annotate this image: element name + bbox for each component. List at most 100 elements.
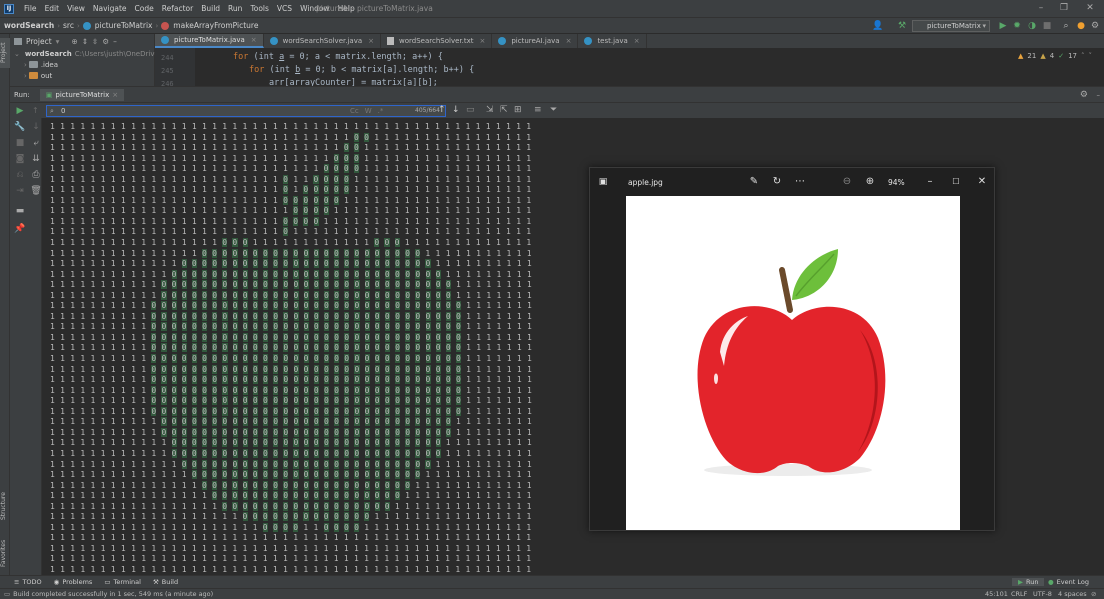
hide-icon[interactable]: – — [1097, 91, 1101, 99]
gear-icon[interactable]: ⚙ — [102, 37, 109, 46]
close-tab-icon[interactable]: × — [479, 37, 485, 45]
tree-item-out[interactable]: › out — [10, 70, 154, 81]
layout-icon[interactable]: ▬ — [14, 206, 26, 216]
maximize-icon[interactable]: ☐ — [949, 176, 963, 188]
wrench-icon[interactable]: 🔧 — [14, 122, 26, 132]
zoom-out-icon[interactable]: ⊖ — [840, 176, 854, 188]
tab-test[interactable]: test.java × — [578, 34, 647, 48]
updates-icon[interactable]: ● — [1076, 21, 1086, 31]
multiline-icon[interactable]: ≡ — [534, 105, 542, 115]
gear-icon[interactable]: ⚙ — [1080, 90, 1088, 100]
tab-wordsearchsolver-txt[interactable]: wordSearchSolver.txt × — [381, 34, 493, 48]
project-tool-tab[interactable]: Project — [0, 38, 10, 68]
tab-run-picturetomatrix[interactable]: ▣ pictureToMatrix × — [39, 88, 125, 101]
pin-icon[interactable]: 📌 — [14, 224, 26, 234]
file-encoding[interactable]: UTF-8 — [1033, 589, 1052, 599]
expand-all-icon[interactable]: ⇕ — [82, 37, 88, 46]
edit-image-icon[interactable]: ✎ — [747, 176, 761, 188]
close-icon[interactable]: ✕ — [1083, 2, 1097, 14]
run-configuration-select[interactable]: pictureToMatrix ▾ — [912, 20, 990, 32]
minimize-icon[interactable]: – — [1034, 2, 1048, 14]
next-occurrence-icon[interactable]: ↓ — [452, 105, 460, 115]
more-options-icon[interactable]: ⋯ — [793, 176, 807, 188]
add-occurrence-icon[interactable]: ⇲ — [486, 105, 494, 115]
event-log-tool-button[interactable]: ● Event Log — [1042, 578, 1095, 586]
restore-layout-icon[interactable]: ⎌ — [14, 170, 26, 180]
menu-navigate[interactable]: Navigate — [89, 4, 131, 13]
stop-icon[interactable]: ■ — [14, 138, 26, 148]
print-icon[interactable]: ⎙ — [30, 170, 42, 180]
close-tab-icon[interactable]: × — [251, 36, 257, 44]
select-occurrences-icon[interactable]: ⊞ — [514, 105, 522, 115]
user-icon[interactable]: 👤 — [872, 21, 883, 31]
menu-file[interactable]: File — [20, 4, 41, 13]
project-panel-title[interactable]: Project — [26, 37, 52, 46]
chevron-down-icon[interactable]: ˅ — [1089, 52, 1093, 60]
words-toggle[interactable]: W — [365, 107, 372, 115]
search-everywhere-icon[interactable]: ⌕ — [1061, 21, 1071, 31]
breadcrumb-folder[interactable]: src — [60, 21, 77, 30]
run-tool-button[interactable]: ▶ Run — [1012, 578, 1045, 586]
settings-icon[interactable]: ⚙ — [1090, 21, 1100, 31]
code-editor[interactable]: 244 245 246 for (int a = 0; a < matrix.l… — [155, 48, 1104, 86]
run-icon[interactable]: ▶ — [998, 21, 1008, 31]
menu-tools[interactable]: Tools — [246, 4, 272, 13]
rotate-icon[interactable]: ↻ — [770, 176, 784, 188]
regex-toggle[interactable]: .* — [378, 107, 384, 115]
problems-tool-button[interactable]: ◉ Problems — [48, 578, 99, 586]
structure-tool-tab[interactable]: Structure — [0, 486, 10, 526]
inspection-widget[interactable]: ▲ 21 ▲ 4 ✓ 17 ˄ ˅ — [1018, 52, 1092, 60]
camera-icon[interactable]: ◙ — [14, 154, 26, 164]
chevron-down-icon[interactable]: ▾ — [56, 37, 60, 46]
coverage-icon[interactable]: ◑ — [1027, 21, 1037, 31]
close-tab-icon[interactable]: × — [112, 91, 118, 99]
arrow-up-icon[interactable]: ↑ — [32, 106, 39, 115]
close-icon[interactable]: ✕ — [975, 176, 989, 188]
tree-item-idea[interactable]: › .idea — [10, 59, 154, 70]
chevron-up-icon[interactable]: ˄ — [1081, 52, 1085, 60]
breadcrumb-method[interactable]: makeArrayFromPicture — [158, 21, 261, 30]
status-message[interactable]: Build completed successfully in 1 sec, 5… — [10, 590, 213, 598]
close-tab-icon[interactable]: × — [368, 37, 374, 45]
indent-setting[interactable]: 4 spaces — [1058, 589, 1087, 599]
soft-wrap-icon[interactable]: ⤶ — [30, 138, 42, 148]
scroll-to-end-icon[interactable]: ⇊ — [30, 154, 42, 164]
zoom-in-icon[interactable]: ⊕ — [863, 176, 877, 188]
previous-occurrence-icon[interactable]: ↑ — [438, 105, 446, 115]
match-case-toggle[interactable]: Cc — [350, 107, 359, 115]
breadcrumb-project[interactable]: wordSearch — [0, 21, 57, 30]
tab-pictureai[interactable]: pictureAI.java × — [492, 34, 579, 48]
tree-root[interactable]: ⌄ wordSearch C:\Users\justh\OneDrive\ — [10, 48, 161, 59]
favorites-tool-tab[interactable]: Favorites — [0, 534, 10, 572]
menu-refactor[interactable]: Refactor — [158, 4, 197, 13]
menu-edit[interactable]: Edit — [41, 4, 64, 13]
menu-build[interactable]: Build — [197, 4, 224, 13]
tab-wordsearchsolver-java[interactable]: wordSearchSolver.java × — [264, 34, 382, 48]
restore-icon[interactable]: ❐ — [1057, 2, 1071, 14]
minimize-icon[interactable]: – — [923, 176, 937, 188]
breadcrumb-class[interactable]: pictureToMatrix — [80, 21, 156, 30]
menu-code[interactable]: Code — [131, 4, 158, 13]
build-hammer-icon[interactable]: ⚒ — [897, 21, 907, 31]
filter-icon[interactable]: ⏷ — [550, 105, 557, 115]
close-tab-icon[interactable]: × — [566, 37, 572, 45]
arrow-down-icon[interactable]: ↓ — [30, 122, 42, 132]
rerun-icon[interactable]: ▶ — [14, 106, 26, 116]
tab-picturetomatrix[interactable]: pictureToMatrix.java × — [155, 34, 264, 48]
terminal-tool-button[interactable]: ▭ Terminal — [98, 578, 147, 586]
menu-vcs[interactable]: VCS — [273, 4, 296, 13]
collapse-all-icon[interactable]: ⇳ — [92, 37, 98, 46]
hide-icon[interactable]: – — [113, 37, 117, 46]
close-tab-icon[interactable]: × — [634, 37, 640, 45]
locate-icon[interactable]: ⊕ — [71, 37, 77, 46]
exit-icon[interactable]: ⇥ — [14, 186, 26, 196]
caret-position[interactable]: 45:101 — [985, 589, 1008, 599]
clear-all-icon[interactable]: 🗑 — [30, 186, 42, 196]
todo-tool-button[interactable]: ≡ TODO — [0, 578, 48, 586]
console-search-input[interactable]: ⌕ 0 — [46, 105, 446, 117]
select-all-icon[interactable]: ▭ — [466, 105, 475, 115]
remove-occurrence-icon[interactable]: ⇱ — [500, 105, 508, 115]
lock-icon[interactable]: ⊘ — [1091, 589, 1096, 599]
stop-icon[interactable]: ■ — [1042, 21, 1052, 31]
menu-view[interactable]: View — [63, 4, 89, 13]
